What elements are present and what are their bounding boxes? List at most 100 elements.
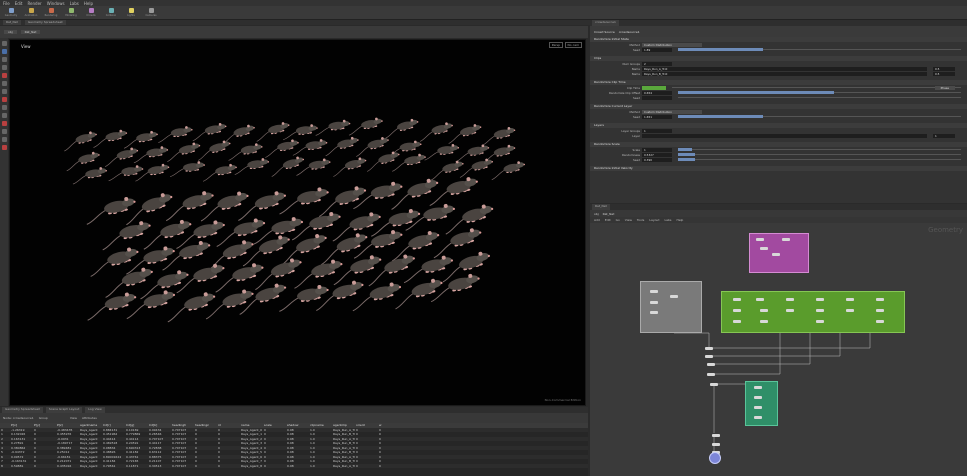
- clip-time-slider[interactable]: [672, 87, 961, 88]
- menu-item[interactable]: File: [3, 1, 10, 6]
- network-breadcrumb-node[interactable]: Rat_Net: [603, 212, 615, 216]
- parameter-section-title[interactable]: Randomize Initial Velocity: [590, 166, 967, 171]
- network-node[interactable]: [756, 298, 764, 301]
- menu-item[interactable]: Help: [84, 1, 93, 6]
- network-menu-item[interactable]: Help: [677, 218, 684, 222]
- parameter-value-field[interactable]: 1.89: [642, 47, 672, 52]
- shelf-tool-button[interactable]: Animation: [24, 7, 38, 18]
- network-menu-item[interactable]: View: [625, 218, 632, 222]
- network-menu-item[interactable]: Layout: [649, 218, 659, 222]
- network-node[interactable]: [782, 238, 790, 241]
- network-node[interactable]: [710, 383, 718, 386]
- weight-field[interactable]: 0.5: [933, 71, 955, 76]
- pose-tool-icon[interactable]: [1, 81, 7, 86]
- rotate-tool-icon[interactable]: [1, 57, 7, 62]
- parameter-slider[interactable]: [678, 48, 961, 51]
- menu-item[interactable]: Labs: [70, 1, 79, 6]
- network-menu-item[interactable]: Add: [594, 218, 600, 222]
- shelf-tool-button[interactable]: Rendering: [44, 7, 58, 18]
- table-row[interactable]: 8 0.59881 0 0.435016 Rays_Agent 0.79561 0.1187…: [0, 463, 588, 468]
- network-node[interactable]: [754, 406, 762, 409]
- render-region-icon[interactable]: [1, 145, 7, 150]
- parameter-value-field[interactable]: 1: [642, 128, 672, 133]
- network-editor[interactable]: Geometry: [590, 223, 967, 476]
- network-node[interactable]: [816, 309, 824, 312]
- parameter-menu[interactable]: Custom Distribution: [642, 109, 702, 114]
- parameter-slider[interactable]: [678, 91, 961, 94]
- shelf-tool-button[interactable]: Geometry: [4, 7, 18, 18]
- network-menu-item[interactable]: Edit: [605, 218, 611, 222]
- menu-item[interactable]: Windows: [47, 1, 65, 6]
- parameter-value-field[interactable]: 0.390: [642, 157, 672, 162]
- network-node[interactable]: [816, 298, 824, 301]
- parameter-slider[interactable]: [678, 158, 961, 161]
- parameter-slider[interactable]: [678, 153, 961, 156]
- network-node[interactable]: [754, 396, 762, 399]
- shelf-tool-button[interactable]: Cameras: [144, 7, 158, 18]
- weight-field[interactable]: 0.5: [933, 66, 955, 71]
- transform-tool-icon[interactable]: [1, 49, 7, 54]
- network-node[interactable]: [760, 320, 768, 323]
- parameter-value-field[interactable]: [642, 95, 672, 100]
- scene-viewport[interactable]: View Persp No cam Non-Commercial Edition: [9, 39, 586, 406]
- network-node[interactable]: [650, 290, 658, 293]
- output-node-icon[interactable]: [709, 452, 721, 464]
- network-node[interactable]: [733, 320, 741, 323]
- clip-time-swatch[interactable]: [642, 85, 666, 90]
- network-node[interactable]: [712, 443, 720, 446]
- select-tool-icon[interactable]: [1, 41, 7, 46]
- snap-tool-icon[interactable]: [1, 97, 7, 102]
- attributes-label[interactable]: Attributes: [82, 416, 97, 420]
- tab-geometry-spreadsheet[interactable]: Geometry Spreadsheet: [24, 20, 66, 25]
- network-node[interactable]: [754, 386, 762, 389]
- network-node[interactable]: [707, 373, 715, 376]
- scale-tool-icon[interactable]: [1, 65, 7, 70]
- network-node[interactable]: [786, 298, 794, 301]
- parameter-slider[interactable]: [678, 115, 961, 118]
- view-label[interactable]: View: [70, 416, 77, 420]
- camera-tool-icon[interactable]: [1, 129, 7, 134]
- network-node[interactable]: [733, 309, 741, 312]
- shelf-tool-button[interactable]: Collision: [104, 7, 118, 18]
- menu-item[interactable]: Render: [27, 1, 41, 6]
- network-node[interactable]: [650, 311, 658, 314]
- network-node[interactable]: [760, 247, 768, 250]
- display-options-icon[interactable]: [1, 113, 7, 118]
- node-name-field[interactable]: crowdsource1: [619, 30, 640, 34]
- network-menu-item[interactable]: Tools: [637, 218, 644, 222]
- network-node[interactable]: [816, 320, 824, 323]
- menu-item[interactable]: Edit: [15, 1, 23, 6]
- parameter-value-field[interactable]: 1.651: [642, 114, 672, 119]
- shelf-tool-button[interactable]: Crowds: [84, 7, 98, 18]
- network-node[interactable]: [772, 253, 780, 256]
- tab-scene-view[interactable]: Rat_Net: [3, 20, 21, 25]
- shelf-tool-button[interactable]: Modeling: [64, 7, 78, 18]
- view-tool-icon[interactable]: [1, 89, 7, 94]
- network-node[interactable]: [876, 298, 884, 301]
- spreadsheet-table[interactable]: P[x] P[y] P[z] agentname Cd[r] Cd[g] Cd[b] head…: [0, 423, 588, 476]
- network-node[interactable]: [712, 434, 720, 437]
- parameter-value-field[interactable]: 0.654: [642, 90, 672, 95]
- network-node[interactable]: [670, 295, 678, 298]
- network-node[interactable]: [756, 238, 764, 241]
- network-node[interactable]: [705, 355, 713, 358]
- network-node[interactable]: [846, 298, 854, 301]
- weight-field[interactable]: 1: [933, 133, 955, 138]
- parameter-slider[interactable]: [678, 148, 961, 151]
- handle-tool-icon[interactable]: [1, 73, 7, 78]
- network-node[interactable]: [733, 298, 741, 301]
- network-node[interactable]: [876, 320, 884, 323]
- network-node[interactable]: [760, 309, 768, 312]
- parameter-value-field[interactable]: 1: [642, 147, 672, 152]
- parameter-value-field[interactable]: 0.5327: [642, 152, 672, 157]
- selection-mode-icon[interactable]: [1, 121, 7, 126]
- parameter-string-field[interactable]: Rays_Run_A_Trot: [642, 66, 927, 71]
- network-node[interactable]: [876, 309, 884, 312]
- network-box-gray[interactable]: [640, 281, 702, 333]
- network-node[interactable]: [754, 416, 762, 419]
- breadcrumb-obj[interactable]: obj: [4, 30, 17, 34]
- network-menu-item[interactable]: Go: [616, 218, 620, 222]
- network-breadcrumb-obj[interactable]: obj: [594, 212, 599, 216]
- lights-tool-icon[interactable]: [1, 137, 7, 142]
- parameter-menu[interactable]: Custom Distribution: [642, 42, 702, 47]
